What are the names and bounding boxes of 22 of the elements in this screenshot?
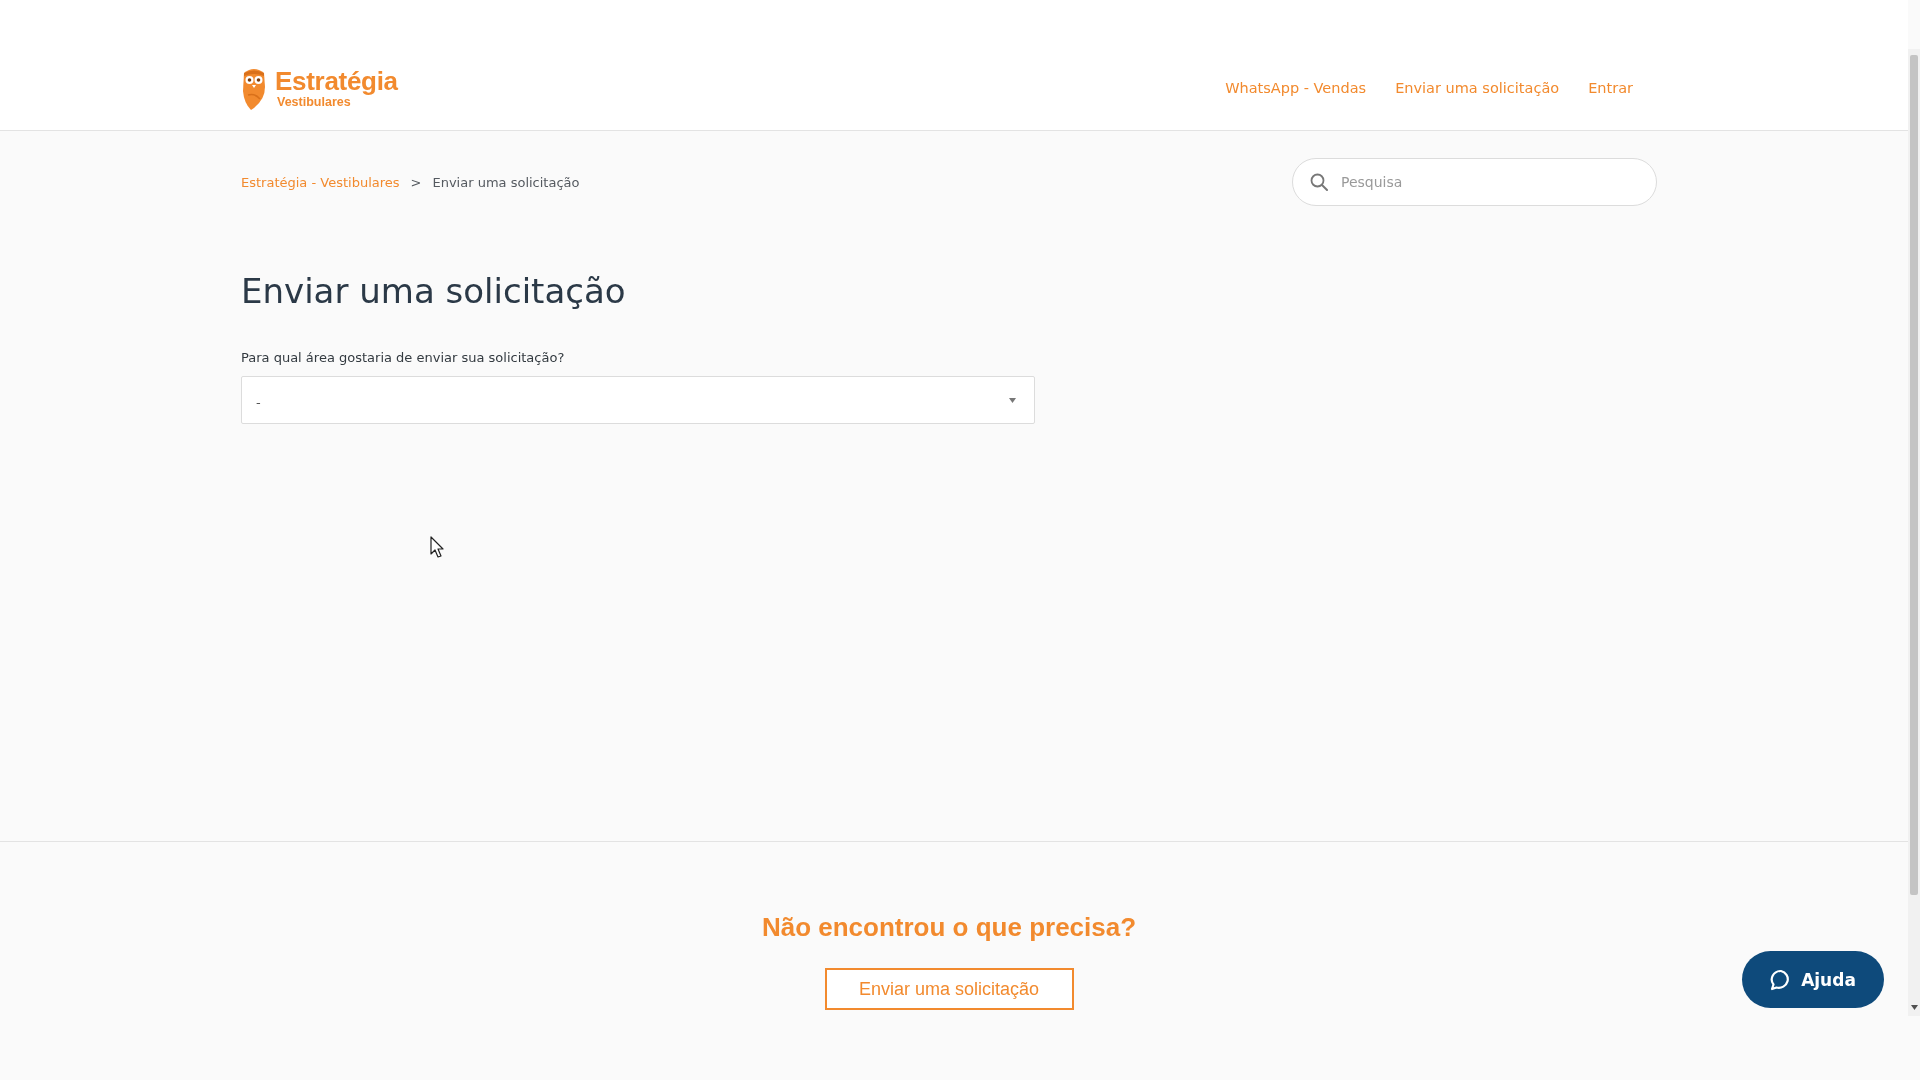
scrollbar-track[interactable] [1908, 49, 1920, 1016]
help-button[interactable]: Ajuda [1742, 951, 1884, 1008]
area-select[interactable]: - [241, 376, 1035, 424]
field-label: Para qual área gostaria de enviar sua solicitação? [241, 349, 565, 367]
caret-down-icon[interactable] [1910, 1005, 1918, 1010]
nav-link[interactable]: Entrar [1588, 80, 1633, 96]
breadcrumb-current-page: Enviar uma solicitação [432, 174, 580, 190]
caret-down-icon [1009, 397, 1016, 403]
nav-link[interactable]: WhatsApp - Vendas [1225, 80, 1367, 96]
mouse-cursor-icon [430, 536, 444, 558]
search-field[interactable]: Pesquisa [1292, 158, 1657, 206]
logo-title: Estratégia [275, 67, 398, 95]
logo-subtitle: Vestibulares [277, 95, 352, 109]
footer-heading: Não encontrou o que precisa? [761, 911, 1137, 943]
breadcrumb-link[interactable]: Estratégia - Vestibulares [241, 174, 400, 190]
breadcrumb-separator: > [410, 174, 422, 190]
site-logo[interactable]: Estratégia Vestibulares [241, 65, 398, 111]
search-icon [1310, 173, 1328, 191]
nav-link[interactable]: Enviar uma solicitação [1395, 80, 1560, 96]
page-title: Enviar uma solicitação [241, 270, 626, 313]
scrollbar-thumb[interactable] [1910, 55, 1918, 895]
submit-request-button[interactable]: Enviar uma solicitação [824, 968, 1074, 1010]
